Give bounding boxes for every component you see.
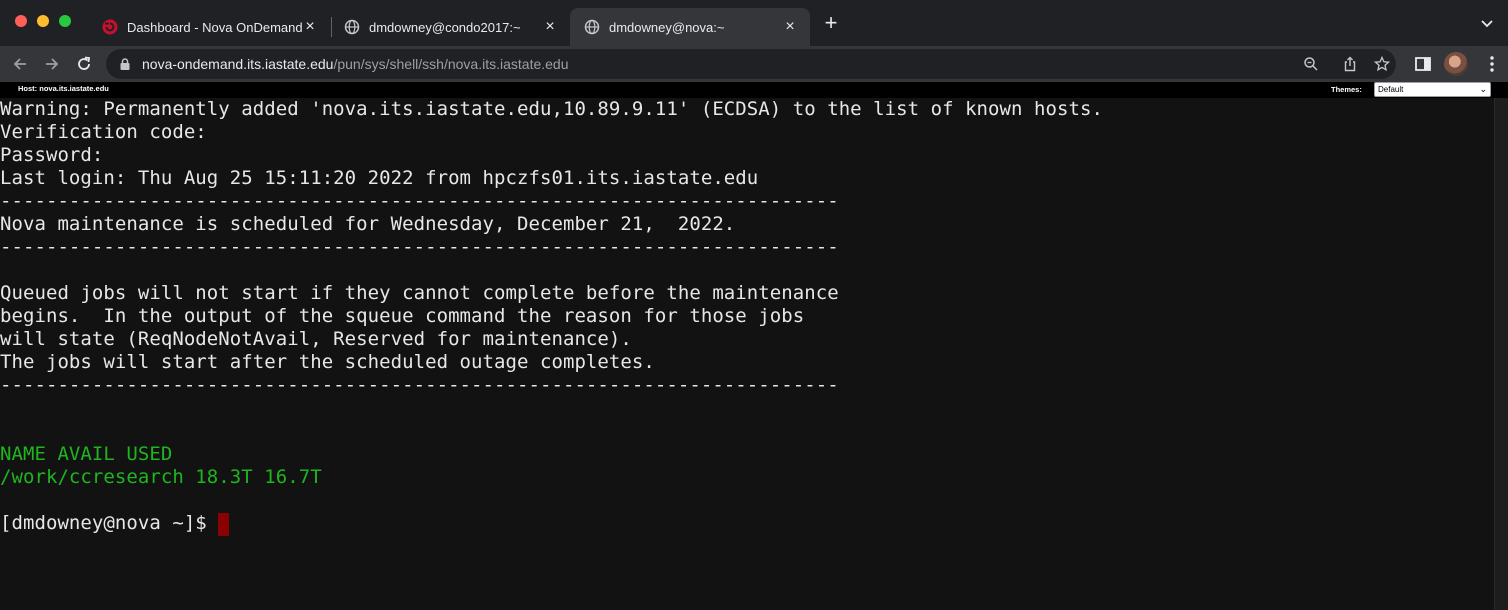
lock-icon[interactable] [118,57,132,71]
tab-title: dmdowney@nova:~ [609,19,725,35]
url-path: /pun/sys/shell/ssh/nova.its.iastate.edu [333,56,569,72]
close-tab-icon[interactable]: × [302,18,318,35]
themes-label: Themes: [1331,85,1362,94]
close-window-button[interactable] [15,15,27,27]
terminal-line: [dmdowney@nova ~]$ [0,512,219,534]
terminal-scrollbar[interactable] [1494,98,1508,610]
globe-icon [344,19,360,35]
minimize-window-button[interactable] [37,15,49,27]
url-text: nova-ondemand.its.iastate.edu/pun/sys/sh… [142,56,569,72]
terminal-line: ----------------------------------------… [0,190,839,212]
arrow-left-icon [13,58,26,70]
zoom-icon[interactable] [1303,56,1319,72]
terminal-line: Verification code: [0,121,207,143]
share-icon[interactable] [1342,56,1358,72]
shell-host-bar: Host: nova.its.iastate.edu Themes: Defau… [0,82,1508,98]
terminal-line: The jobs will start after the scheduled … [0,351,655,373]
back-button[interactable] [7,51,33,77]
reload-icon [78,56,91,70]
host-label: Host: nova.its.iastate.edu [18,84,109,93]
bookmark-star-icon[interactable] [1374,56,1390,72]
tab-title: Dashboard - Nova OnDemand [127,19,302,35]
address-bar[interactable]: nova-ondemand.its.iastate.edu/pun/sys/sh… [106,49,1396,79]
themes-select-value: Default [1378,85,1404,94]
terminal-line: Nova maintenance is scheduled for Wednes… [0,213,736,235]
terminal-cursor [218,513,229,536]
terminal-line: will state (ReqNodeNotAvail, Reserved fo… [0,328,632,350]
close-tab-icon[interactable]: × [542,18,558,35]
terminal-line: /work/ccresearch 18.3T 16.7T [0,466,322,488]
reload-button[interactable] [71,51,97,77]
close-tab-icon[interactable]: × [782,18,798,35]
arrow-right-icon [46,58,59,70]
terminal-line: NAME AVAIL USED [0,443,173,465]
new-tab-button[interactable]: + [820,12,842,34]
terminal-line: Warning: Permanently added 'nova.its.ias… [0,98,1103,120]
tab-strip: Dashboard - Nova OnDemand × dmdowney@con… [0,0,1508,46]
terminal-line: ----------------------------------------… [0,236,839,258]
browser-toolbar: nova-ondemand.its.iastate.edu/pun/sys/sh… [0,46,1508,82]
more-options-icon[interactable] [1482,54,1502,74]
chevron-down-icon: ⌄ [1479,84,1487,94]
side-panel-icon[interactable] [1414,55,1432,73]
terminal-line: ----------------------------------------… [0,374,839,396]
terminal-line: Last login: Thu Aug 25 15:11:20 2022 fro… [0,167,759,189]
url-host: nova-ondemand.its.iastate.edu [142,56,334,72]
globe-icon [584,19,600,35]
profile-avatar[interactable] [1444,52,1468,76]
forward-button[interactable] [39,51,65,77]
tab-dashboard[interactable]: Dashboard - Nova OnDemand × [88,8,330,46]
tab-search-icon[interactable] [1478,14,1496,32]
tab-title: dmdowney@condo2017:~ [369,19,521,35]
terminal-line: begins. In the output of the squeue comm… [0,305,805,327]
terminal-line: Password: [0,144,104,166]
tab-condo[interactable]: dmdowney@condo2017:~ × [330,8,570,46]
terminal-line: Queued jobs will not start if they canno… [0,282,839,304]
themes-select[interactable]: Default ⌄ [1374,82,1491,97]
fullscreen-window-button[interactable] [59,15,71,27]
ondemand-logo-icon [102,19,118,35]
tab-nova[interactable]: dmdowney@nova:~ × [570,8,810,46]
